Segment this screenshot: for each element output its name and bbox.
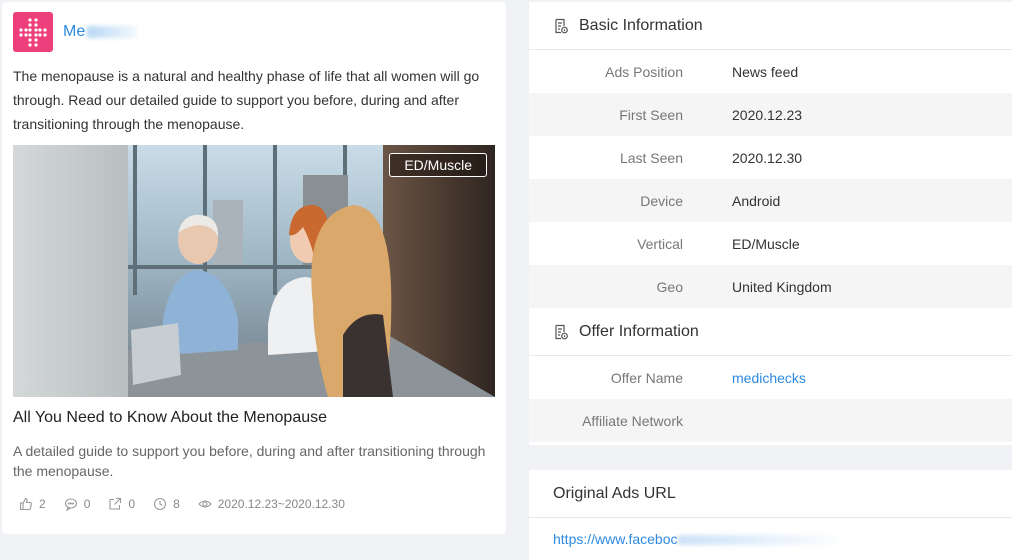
info-row-first-seen: First Seen 2020.12.23 <box>529 93 1012 136</box>
offer-info-title: Offer Information <box>579 322 699 340</box>
ad-headline[interactable]: All You Need to Know About the Menopause <box>13 409 327 427</box>
original-url-redacted <box>677 535 838 546</box>
info-label: First Seen <box>619 106 683 123</box>
advertiser-name-redacted <box>87 25 138 38</box>
basic-info-title: Basic Information <box>579 16 703 34</box>
advertiser-logo-icon[interactable] <box>13 12 53 52</box>
info-value: 2020.12.23 <box>732 106 803 123</box>
clock-icon <box>154 497 167 511</box>
info-label: Affiliate Network <box>582 412 683 429</box>
document-info-icon <box>555 324 568 339</box>
comments-count: 0 <box>83 497 91 511</box>
date-range-stat: 2020.12.23~2020.12.30 <box>197 497 345 511</box>
ad-creative-image[interactable]: ED/Muscle <box>13 145 495 397</box>
ad-header: Me <box>13 12 138 52</box>
comments-stat: 0 <box>64 497 91 511</box>
info-row-last-seen: Last Seen 2020.12.30 <box>529 136 1012 179</box>
eye-icon <box>197 500 212 508</box>
info-label: Device <box>640 192 683 209</box>
advertiser-name[interactable]: Me <box>63 23 85 40</box>
thumbs-up-icon <box>19 497 32 511</box>
likes-stat: 2 <box>19 497 46 511</box>
info-row-ads-position: Ads Position News feed <box>529 50 1012 93</box>
info-value: News feed <box>732 63 799 80</box>
advertiser-name-link[interactable]: Me <box>63 23 138 41</box>
original-url-link-row: https://www.faceboc <box>529 531 1012 547</box>
info-panel: Basic Information Ads Position News feed… <box>529 2 1012 445</box>
original-url-card: Original Ads URL https://www.faceboc <box>529 470 1012 560</box>
info-label: Ads Position <box>605 63 683 80</box>
ad-preview-card: Me The menopause is a natural and health… <box>2 2 506 534</box>
info-value: Android <box>732 192 781 209</box>
date-range: 2020.12.23~2020.12.30 <box>217 497 345 511</box>
duration-stat: 8 <box>153 497 180 511</box>
ad-stats-bar: 2 0 0 8 2020.12.23~2020.12.30 <box>19 497 363 511</box>
original-url-title: Original Ads URL <box>529 470 1012 518</box>
info-row-geo: Geo United Kingdom <box>529 265 1012 308</box>
info-row-offer-name: Offer Name medichecks <box>529 356 1012 399</box>
share-icon <box>109 497 122 510</box>
ad-photo-illustration <box>128 145 495 397</box>
shares-stat: 0 <box>108 497 135 511</box>
offer-info-header: Offer Information <box>529 308 1012 356</box>
info-row-vertical: Vertical ED/Muscle <box>529 222 1012 265</box>
vertical-tag-badge: ED/Muscle <box>389 153 487 177</box>
basic-info-header: Basic Information <box>529 2 1012 50</box>
offer-name-link[interactable]: medichecks <box>732 370 806 386</box>
info-row-device: Device Android <box>529 179 1012 222</box>
info-label: Offer Name <box>610 369 683 386</box>
ad-body-text: The menopause is a natural and healthy p… <box>13 68 480 132</box>
original-url-link[interactable]: https://www.faceboc <box>553 531 678 547</box>
info-row-affiliate-network: Affiliate Network <box>529 399 1012 442</box>
info-value: ED/Muscle <box>732 235 800 252</box>
likes-count: 2 <box>39 497 46 511</box>
document-info-icon <box>555 18 568 33</box>
days-count: 8 <box>173 497 180 511</box>
comment-icon <box>64 498 77 511</box>
shares-count: 0 <box>128 497 136 511</box>
info-value: 2020.12.30 <box>732 149 803 166</box>
info-label: Vertical <box>637 235 683 252</box>
info-value: United Kingdom <box>732 278 832 295</box>
ad-description: A detailed guide to support you before, … <box>13 443 486 479</box>
info-label: Geo <box>656 278 683 295</box>
info-label: Last Seen <box>619 149 683 166</box>
